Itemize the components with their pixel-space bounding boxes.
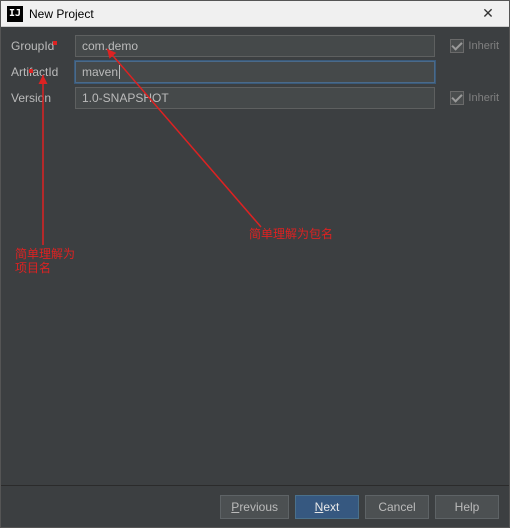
version-inherit[interactable]: Inherit <box>435 91 499 105</box>
help-button[interactable]: Help <box>435 495 499 519</box>
text-caret-icon <box>119 65 120 79</box>
annotation-right: 简单理解为包名 <box>249 227 333 241</box>
annotation-left: 简单理解为项目名 <box>15 247 75 275</box>
close-button[interactable]: ✕ <box>473 5 503 22</box>
artifactid-value: maven <box>82 65 118 79</box>
titlebar: IJ New Project ✕ <box>1 1 509 27</box>
dialog-footer: Previous Next Cancel Help <box>1 485 509 527</box>
groupid-input[interactable]: com.demo <box>75 35 435 57</box>
groupid-row: GroupId com.demo Inherit <box>7 33 499 59</box>
cancel-button[interactable]: Cancel <box>365 495 429 519</box>
artifactid-row: ArtifactId maven <box>7 59 499 85</box>
previous-button[interactable]: Previous <box>220 495 289 519</box>
next-button[interactable]: Next <box>295 495 359 519</box>
inherit-label: Inherit <box>468 92 499 104</box>
version-value: 1.0-SNAPSHOT <box>82 91 169 105</box>
groupid-label: GroupId <box>7 39 75 53</box>
window-title: New Project <box>29 7 473 21</box>
groupid-value: com.demo <box>82 39 138 53</box>
checkbox-checked-icon <box>450 39 464 53</box>
artifactid-input[interactable]: maven <box>75 61 435 83</box>
version-row: Version 1.0-SNAPSHOT Inherit <box>7 85 499 111</box>
inherit-label: Inherit <box>468 40 499 52</box>
new-project-window: IJ New Project ✕ GroupId com.demo Inheri… <box>0 0 510 528</box>
groupid-inherit[interactable]: Inherit <box>435 39 499 53</box>
version-label: Version <box>7 91 75 105</box>
checkbox-checked-icon <box>450 91 464 105</box>
app-icon: IJ <box>7 6 23 22</box>
version-input[interactable]: 1.0-SNAPSHOT <box>75 87 435 109</box>
artifactid-label: ArtifactId <box>7 65 75 79</box>
dialog-body: GroupId com.demo Inherit ArtifactId mave… <box>1 27 509 485</box>
